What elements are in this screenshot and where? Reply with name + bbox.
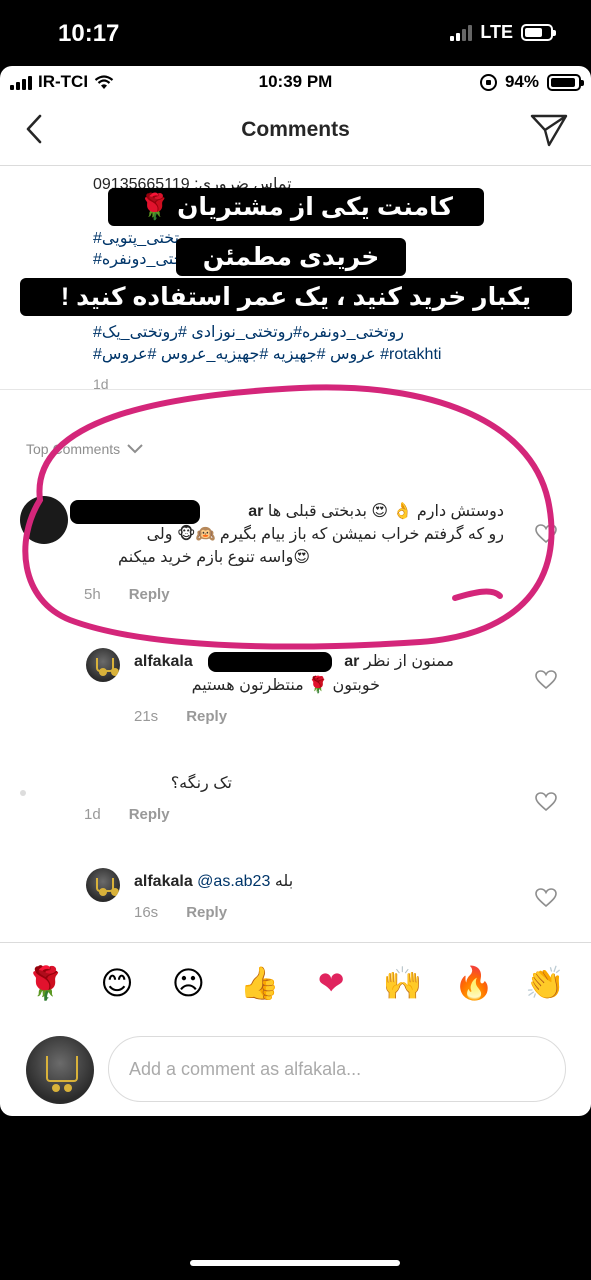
- comment-time: 21s: [134, 708, 159, 725]
- outer-status-bar: 10:17 LTE: [0, 0, 591, 66]
- home-indicator: [190, 1260, 400, 1266]
- comment-time: 16s: [134, 904, 159, 921]
- overlay-subtitle: خریدی مطمئن: [176, 238, 406, 276]
- raised-hands-emoji-button[interactable]: 🙌: [383, 964, 423, 1002]
- comment-text: دوستش دارم 👌 😍 بدبختی قبلی ها ar: [80, 500, 504, 523]
- comment-input[interactable]: Add a comment as alfakala...: [108, 1036, 566, 1102]
- comment-text-line: رو که گرفتم خراب نمیشن که باز بیام بگیرم…: [146, 526, 504, 543]
- chevron-down-icon: [127, 444, 143, 454]
- avatar[interactable]: [86, 648, 120, 682]
- reply-button[interactable]: Reply: [186, 904, 227, 921]
- redacted-username: [208, 652, 332, 672]
- caption-hashtag[interactable]: #روتختی_دونفره#روتختی_نوزادی #روتختی_یک: [93, 322, 404, 342]
- comment-text: alfakala @as.ab23 بله: [134, 870, 293, 893]
- comment-username[interactable]: alfakala: [134, 650, 210, 673]
- comment-text-line: 😍واسه تنوع بازم خرید میکنم: [118, 549, 310, 566]
- divider: [0, 942, 591, 943]
- caption-time: 1d: [93, 376, 109, 392]
- top-comments-label: Top Comments: [26, 441, 121, 457]
- overlay-title: کامنت یکی از مشتریان 🌹: [108, 188, 484, 226]
- comment-text-line: ممنون از نظر: [363, 653, 454, 670]
- comment-username[interactable]: ar: [248, 503, 263, 520]
- comment-text-line: خوبتون 🌹 منتظرتون هستیم: [191, 677, 380, 694]
- top-comments-toggle[interactable]: Top Comments: [26, 441, 144, 457]
- paper-plane-icon[interactable]: [529, 112, 569, 148]
- outer-clock: 10:17: [58, 20, 120, 47]
- comment-username[interactable]: alfakala: [134, 873, 193, 890]
- nav-bar: Comments: [0, 96, 591, 166]
- outer-status-icons: LTE: [450, 22, 556, 43]
- thumbs-up-emoji-button[interactable]: 👍: [240, 964, 280, 1002]
- inner-status-bar: IR-TCI 10:39 PM 94%: [0, 66, 591, 96]
- inner-status-icons: 94%: [479, 72, 584, 92]
- comment-meta: 16s Reply: [134, 904, 227, 921]
- overlay-slogan: یکبار خرید کنید ، یک عمر استفاده کنید !: [20, 278, 572, 316]
- comment-text-line: تک رنگه؟: [170, 775, 232, 792]
- reply-button[interactable]: Reply: [129, 586, 170, 603]
- network-label: LTE: [480, 22, 513, 42]
- emoji-quick-bar: 🌹 😊 ☹ 👍 ❤ 🙌 🔥 👏: [0, 964, 591, 1002]
- screenshot-card: IR-TCI 10:39 PM 94% Comments تماس ضروری:…: [0, 66, 591, 1116]
- battery-percent: 94%: [504, 72, 539, 91]
- heart-icon[interactable]: [535, 888, 557, 908]
- battery-icon: [547, 73, 584, 91]
- signal-icon: [450, 24, 473, 41]
- battery-icon: [521, 24, 556, 41]
- comment-text-line: بله: [274, 873, 294, 890]
- avatar[interactable]: [20, 496, 68, 544]
- reply-button[interactable]: Reply: [129, 806, 170, 823]
- rotation-lock-icon: [479, 73, 497, 91]
- avatar[interactable]: [86, 868, 120, 902]
- username-link[interactable]: alfakala: [134, 653, 193, 670]
- reply-button[interactable]: Reply: [186, 708, 227, 725]
- heart-icon[interactable]: [535, 524, 557, 544]
- caption-hashtag[interactable]: #عروس #جهیزیه #جهیزیه_عروس #عروس #rotakh…: [93, 344, 441, 364]
- frown-emoji-button[interactable]: ☹: [168, 964, 208, 1002]
- fire-emoji-button[interactable]: 🔥: [454, 964, 494, 1002]
- heart-emoji-button[interactable]: ❤: [311, 964, 351, 1002]
- comment-time: 1d: [84, 806, 101, 823]
- rose-emoji-button[interactable]: 🌹: [26, 964, 66, 1002]
- smile-emoji-button[interactable]: 😊: [97, 964, 137, 1002]
- comment-username: ar: [344, 653, 360, 670]
- mention-link[interactable]: @as.ab23: [197, 873, 270, 890]
- comment-meta: 1d Reply: [84, 806, 170, 823]
- avatar: [26, 1036, 94, 1104]
- comment-time: 5h: [84, 586, 101, 603]
- comment-text-line: دوستش دارم 👌 😍 بدبختی قبلی ها: [267, 503, 504, 520]
- avatar[interactable]: [20, 790, 26, 796]
- comment-composer: Add a comment as alfakala...: [24, 1034, 569, 1106]
- heart-icon[interactable]: [535, 670, 557, 690]
- comment-meta: 21s Reply: [134, 708, 227, 725]
- heart-icon[interactable]: [535, 792, 557, 812]
- comment-meta: 5h Reply: [84, 586, 170, 603]
- clap-emoji-button[interactable]: 👏: [525, 964, 565, 1002]
- page-title: Comments: [241, 118, 350, 141]
